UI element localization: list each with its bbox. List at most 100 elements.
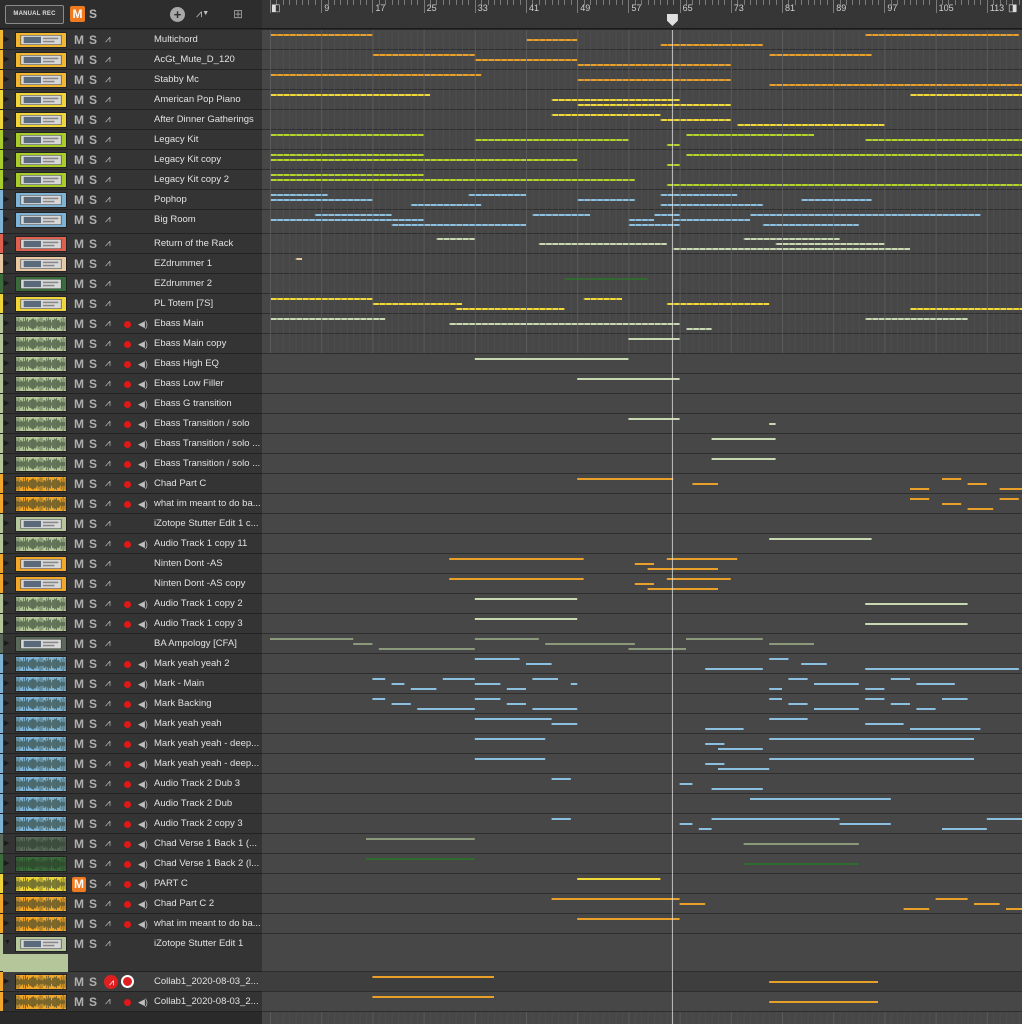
track-solo-button[interactable]: S [89, 597, 97, 612]
clip[interactable] [449, 578, 584, 580]
track-name[interactable]: BA Ampology [CFA] [154, 638, 261, 649]
track-solo-button[interactable]: S [89, 33, 97, 48]
clip[interactable] [628, 338, 680, 340]
chevron-right-icon[interactable]: ▶ [4, 719, 9, 727]
chevron-right-icon[interactable]: ▶ [4, 479, 9, 487]
clip[interactable] [577, 878, 661, 880]
clip[interactable] [410, 204, 482, 206]
track-color-tab[interactable] [0, 674, 3, 693]
automation-icon[interactable]: ⩘ [105, 838, 111, 849]
speaker-icon[interactable]: ◀) [138, 619, 148, 629]
track-name[interactable]: Ninten Dont -AS copy [154, 578, 261, 589]
track-thumbnail[interactable] [15, 836, 67, 852]
automation-icon[interactable]: ⩘ [105, 54, 111, 65]
track-mute-button[interactable]: M [72, 497, 86, 512]
speaker-icon[interactable]: ◀) [138, 499, 148, 509]
chevron-right-icon[interactable]: ▶ [4, 899, 9, 907]
track-solo-button[interactable]: S [89, 797, 97, 812]
track-name[interactable]: EZdrummer 2 [154, 278, 261, 289]
clip[interactable] [634, 583, 654, 585]
track-thumbnail[interactable] [15, 676, 67, 692]
chevron-right-icon[interactable]: ▶ [4, 439, 9, 447]
clip[interactable] [737, 124, 885, 126]
speaker-icon[interactable]: ◀) [138, 879, 148, 889]
chevron-right-icon[interactable]: ▶ [4, 739, 9, 747]
track-header[interactable]: ▶ M S ⩘ BA Ampology [CFA] [0, 634, 262, 654]
track-name[interactable]: what im meant to do ba... [154, 918, 261, 929]
automation-icon[interactable]: ⩘ [105, 738, 111, 749]
clip[interactable] [526, 663, 552, 665]
track-solo-button[interactable]: S [89, 517, 97, 532]
track-mute-button[interactable]: M [72, 173, 86, 188]
track-header[interactable]: ▶ M S ⩘ Ninten Dont -AS [0, 554, 262, 574]
record-arm-icon[interactable] [124, 741, 131, 748]
track-header[interactable]: ▶ M S ⩘ Legacy Kit [0, 130, 262, 150]
clip[interactable] [890, 703, 910, 705]
track-name[interactable]: Audio Track 2 Dub [154, 798, 261, 809]
track-solo-button[interactable]: S [89, 113, 97, 128]
speaker-icon[interactable]: ◀) [138, 859, 148, 869]
clip[interactable] [711, 788, 763, 790]
clip[interactable] [865, 688, 885, 690]
track-name[interactable]: Pophop [154, 194, 261, 205]
speaker-icon[interactable]: ◀) [138, 339, 148, 349]
clip[interactable] [270, 638, 354, 640]
clip[interactable] [647, 588, 718, 590]
track-solo-button[interactable]: S [89, 637, 97, 652]
track-mute-button[interactable]: M [72, 837, 86, 852]
record-arm-icon[interactable] [124, 481, 131, 488]
track-color-tab[interactable] [0, 274, 3, 293]
record-arm-icon[interactable] [124, 381, 131, 388]
track-color-tab[interactable] [0, 170, 3, 189]
track-name[interactable]: iZotope Stutter Edit 1 c... [154, 518, 261, 529]
track-header[interactable]: ▶ M S ⩘ ◀) Ebass Main [0, 314, 262, 334]
automation-icon[interactable]: ⩘ [105, 478, 111, 489]
automation-icon[interactable]: ⩘ [105, 338, 111, 349]
track-header[interactable]: ▶ M S ⩘ ◀) Ebass G transition [0, 394, 262, 414]
track-color-tab[interactable] [0, 494, 3, 513]
track-color-tab[interactable] [0, 354, 3, 373]
track-color-tab[interactable] [0, 754, 3, 773]
track-thumbnail[interactable] [15, 276, 67, 292]
track-thumbnail[interactable] [15, 476, 67, 492]
clip[interactable] [666, 558, 738, 560]
track-header[interactable]: ▶ M S ⩘ EZdrummer 2 [0, 274, 262, 294]
clip[interactable] [762, 224, 859, 226]
track-solo-button[interactable]: S [89, 995, 97, 1010]
chevron-right-icon[interactable]: ▶ [4, 759, 9, 767]
chevron-right-icon[interactable]: ▶ [4, 679, 9, 687]
track-color-tab[interactable] [0, 190, 3, 209]
clip[interactable] [634, 563, 654, 565]
clip[interactable] [711, 438, 776, 440]
track-solo-button[interactable]: S [89, 837, 97, 852]
track-color-tab[interactable] [0, 50, 3, 69]
track-color-tab[interactable] [0, 654, 3, 673]
track-color-tab[interactable] [0, 150, 3, 169]
track-name[interactable]: EZdrummer 1 [154, 258, 261, 269]
track-color-tab[interactable] [0, 972, 3, 991]
track-color-tab[interactable] [0, 210, 3, 233]
automation-icon[interactable]: ⩘ [105, 578, 111, 589]
track-solo-button[interactable]: S [89, 153, 97, 168]
track-name[interactable]: Audio Track 2 copy 3 [154, 818, 261, 829]
track-name[interactable]: Mark yeah yeah - deep... [154, 738, 261, 749]
track-name[interactable]: iZotope Stutter Edit 1 [154, 938, 261, 949]
arrangement-lane[interactable] [262, 714, 1022, 734]
track-thumbnail[interactable] [15, 436, 67, 452]
track-solo-button[interactable]: S [89, 73, 97, 88]
clip[interactable] [474, 638, 539, 640]
chevron-right-icon[interactable]: ▶ [4, 459, 9, 467]
track-thumbnail[interactable] [15, 52, 67, 68]
track-header[interactable]: ▶ M S ⩘ ◀) Mark - Main [0, 674, 262, 694]
automation-icon[interactable]: ⩘ [105, 94, 111, 105]
track-name[interactable]: PART C [154, 878, 261, 889]
clip[interactable] [942, 478, 962, 480]
automation-icon[interactable]: ⩘ [105, 278, 111, 289]
track-name[interactable]: Return of the Rack [154, 238, 261, 249]
clip[interactable] [551, 898, 680, 900]
record-arm-icon[interactable] [124, 621, 131, 628]
track-solo-button[interactable]: S [89, 377, 97, 392]
clip[interactable] [686, 154, 1022, 156]
track-mute-button[interactable]: M [72, 517, 86, 532]
track-solo-button[interactable]: S [89, 537, 97, 552]
